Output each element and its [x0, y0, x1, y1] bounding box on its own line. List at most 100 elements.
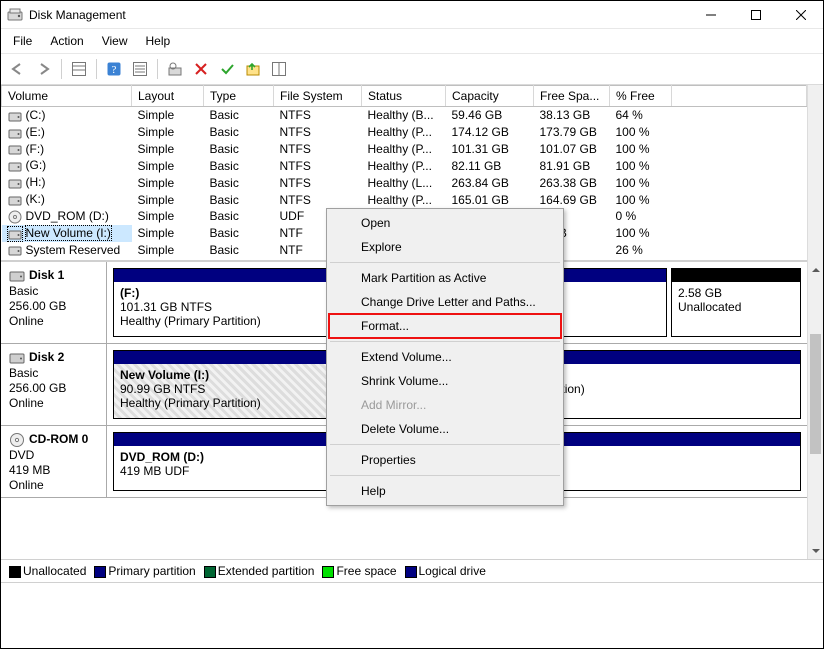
ctx-add-mirror: Add Mirror... [329, 393, 561, 417]
menu-action[interactable]: Action [42, 31, 91, 51]
action-icon[interactable] [242, 58, 264, 80]
drive-icon [8, 109, 22, 123]
volume-capacity: 101.31 GB [446, 141, 534, 158]
volume-status: Healthy (P... [362, 124, 446, 141]
volume-free: 101.07 GB [534, 141, 610, 158]
col-layout[interactable]: Layout [132, 86, 204, 107]
col-pctfree[interactable]: % Free [610, 86, 672, 107]
swatch-primary [94, 566, 106, 578]
disk-size: 256.00 GB [9, 381, 98, 396]
volume-name: (F:) [26, 142, 45, 156]
disk-state: Online [9, 478, 98, 493]
col-type[interactable]: Type [204, 86, 274, 107]
partition-size: 2.58 GB [678, 286, 794, 300]
volume-type: Basic [204, 242, 274, 259]
ctx-open[interactable]: Open [329, 211, 561, 235]
details-icon[interactable] [129, 58, 151, 80]
table-row[interactable]: (F:)SimpleBasicNTFSHealthy (P...101.31 G… [2, 141, 807, 158]
volume-name: (H:) [26, 175, 46, 189]
volume-pct: 64 % [610, 107, 672, 124]
col-capacity[interactable]: Capacity [446, 86, 534, 107]
table-row[interactable]: (C:)SimpleBasicNTFSHealthy (B...59.46 GB… [2, 107, 807, 124]
table-row[interactable]: (E:)SimpleBasicNTFSHealthy (P...174.12 G… [2, 124, 807, 141]
disk-label: Disk 2 [29, 350, 64, 364]
drive-icon [8, 159, 22, 173]
col-filesystem[interactable]: File System [274, 86, 362, 107]
disk-label: Disk 1 [29, 268, 64, 282]
disk-type: Basic [9, 366, 98, 381]
ctx-shrink[interactable]: Shrink Volume... [329, 369, 561, 393]
disk-state: Online [9, 314, 98, 329]
disk-state: Online [9, 396, 98, 411]
col-volume[interactable]: Volume [2, 86, 132, 107]
swatch-free [322, 566, 334, 578]
table-row[interactable]: (H:)SimpleBasicNTFSHealthy (L...263.84 G… [2, 174, 807, 191]
minimize-button[interactable] [688, 1, 733, 29]
volume-free: 164.69 GB [534, 191, 610, 208]
ctx-format[interactable]: Format... [329, 314, 561, 338]
disk-label: CD-ROM 0 [29, 432, 88, 446]
vertical-scrollbar[interactable] [807, 261, 823, 559]
volume-free: 263.38 GB [534, 174, 610, 191]
grid-icon[interactable] [68, 58, 90, 80]
col-free[interactable]: Free Spa... [534, 86, 610, 107]
settings-icon[interactable] [164, 58, 186, 80]
volume-pct: 100 % [610, 141, 672, 158]
ctx-delete[interactable]: Delete Volume... [329, 417, 561, 441]
col-status[interactable]: Status [362, 86, 446, 107]
ctx-help[interactable]: Help [329, 479, 561, 503]
drive-icon [8, 227, 22, 241]
volume-fs: NTFS [274, 174, 362, 191]
ctx-properties[interactable]: Properties [329, 448, 561, 472]
volume-pct: 0 % [610, 208, 672, 225]
volume-capacity: 82.11 GB [446, 157, 534, 174]
ctx-mark-active[interactable]: Mark Partition as Active [329, 266, 561, 290]
scroll-up-icon[interactable] [808, 261, 823, 278]
volume-capacity: 174.12 GB [446, 124, 534, 141]
volume-fs: NTFS [274, 124, 362, 141]
list-icon[interactable] [268, 58, 290, 80]
hdd-icon [9, 350, 25, 366]
close-button[interactable] [778, 1, 823, 29]
volume-type: Basic [204, 157, 274, 174]
scroll-down-icon[interactable] [808, 542, 823, 559]
drive-icon [8, 142, 22, 156]
context-menu: Open Explore Mark Partition as Active Ch… [326, 208, 564, 506]
menu-file[interactable]: File [5, 31, 40, 51]
ctx-extend[interactable]: Extend Volume... [329, 345, 561, 369]
volume-layout: Simple [132, 107, 204, 124]
table-row[interactable]: (K:)SimpleBasicNTFSHealthy (P...165.01 G… [2, 191, 807, 208]
statusbar [1, 582, 823, 604]
disk-info-cdrom[interactable]: CD-ROM 0 DVD 419 MB Online [1, 426, 107, 497]
check-icon[interactable] [216, 58, 238, 80]
column-headers[interactable]: Volume Layout Type File System Status Ca… [2, 86, 807, 107]
forward-icon[interactable] [33, 58, 55, 80]
swatch-unallocated [9, 566, 21, 578]
help-icon[interactable]: ? [103, 58, 125, 80]
volume-pct: 26 % [610, 242, 672, 259]
menu-view[interactable]: View [94, 31, 136, 51]
menu-help[interactable]: Help [138, 31, 179, 51]
volume-pct: 100 % [610, 191, 672, 208]
disk-info-disk2[interactable]: Disk 2 Basic 256.00 GB Online [1, 344, 107, 425]
volume-pct: 100 % [610, 124, 672, 141]
volume-name: (G:) [26, 158, 47, 172]
maximize-button[interactable] [733, 1, 778, 29]
volume-layout: Simple [132, 174, 204, 191]
disk-info-disk1[interactable]: Disk 1 Basic 256.00 GB Online [1, 262, 107, 343]
volume-status: Healthy (P... [362, 157, 446, 174]
volume-type: Basic [204, 208, 274, 225]
volume-name: System Reserved [26, 243, 121, 257]
swatch-logical [405, 566, 417, 578]
table-row[interactable]: (G:)SimpleBasicNTFSHealthy (P...82.11 GB… [2, 157, 807, 174]
scroll-thumb[interactable] [810, 334, 821, 454]
volume-status: Healthy (L... [362, 174, 446, 191]
legend-logical: Logical drive [419, 564, 486, 578]
ctx-explore[interactable]: Explore [329, 235, 561, 259]
volume-pct: 100 % [610, 174, 672, 191]
delete-icon[interactable] [190, 58, 212, 80]
partition-unallocated[interactable]: 2.58 GB Unallocated [671, 268, 801, 337]
back-icon[interactable] [7, 58, 29, 80]
volume-capacity: 165.01 GB [446, 191, 534, 208]
ctx-change-letter[interactable]: Change Drive Letter and Paths... [329, 290, 561, 314]
